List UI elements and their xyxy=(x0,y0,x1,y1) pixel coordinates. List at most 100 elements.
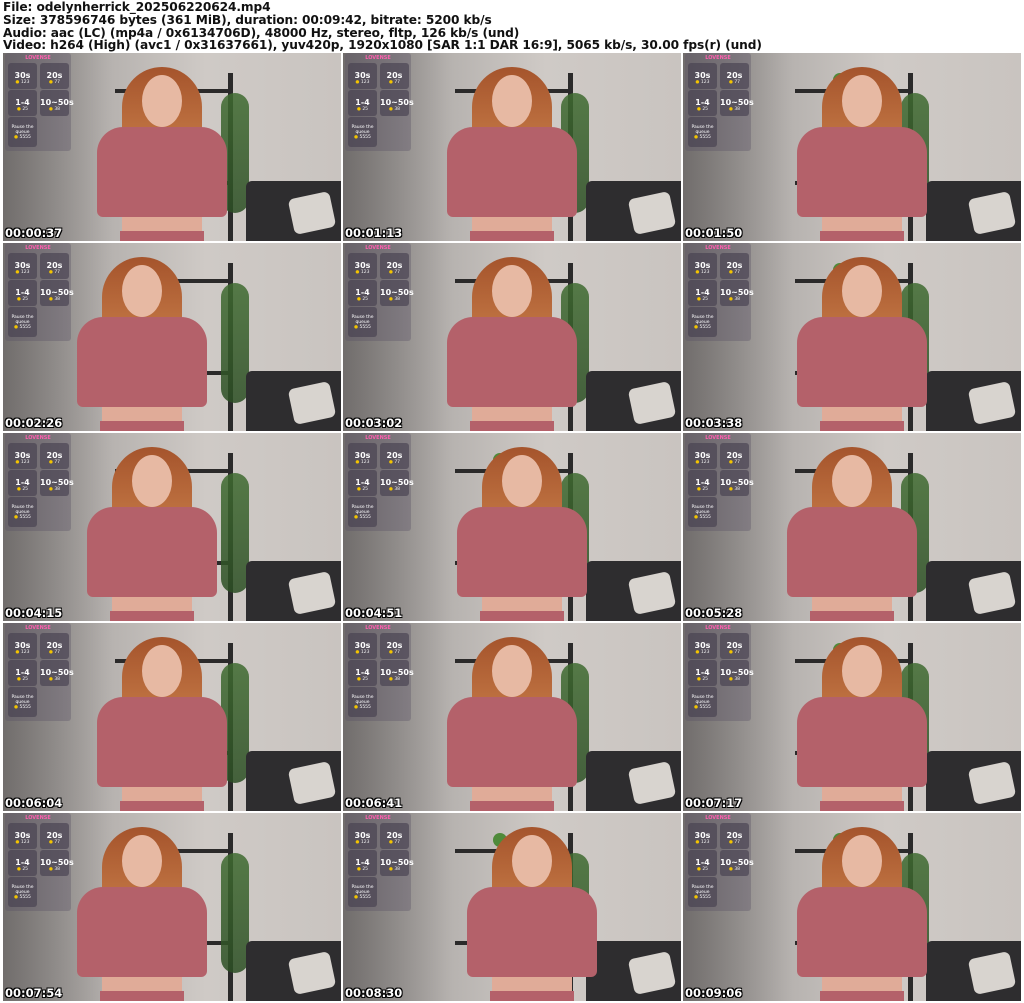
video-thumbnail[interactable]: LOVENSE 30s123 20s77 1-425 10~50s38 Paus… xyxy=(343,433,681,621)
level-tile: 30s123 xyxy=(8,443,37,469)
tile-tokens: 38 xyxy=(720,487,749,492)
tile-value: 10~50s xyxy=(380,858,414,867)
level-tile: 10~50s38 xyxy=(380,660,414,686)
level-tile: 20s77 xyxy=(40,63,69,89)
tile-tokens: 38 xyxy=(40,487,69,492)
level-tile: 1-425 xyxy=(348,90,377,116)
tile-tokens: 38 xyxy=(380,107,409,112)
tile-value: 10~50s xyxy=(40,288,74,297)
video-thumbnail[interactable]: LOVENSE 30s123 20s77 1-425 10~50s38 Paus… xyxy=(3,813,341,1001)
queue-label: Pause the queue xyxy=(11,505,34,515)
person-pants xyxy=(470,231,554,241)
tile-value: 10~50s xyxy=(40,668,74,677)
level-tile: 10~50s38 xyxy=(380,280,414,306)
person-pants xyxy=(110,611,194,621)
queue-label: Pause the queue xyxy=(351,315,374,325)
queue-label: Pause the queue xyxy=(691,125,714,135)
person-shirt xyxy=(447,697,577,787)
queue-tokens: 5555 xyxy=(688,325,717,330)
lovense-logo: LOVENSE xyxy=(705,435,731,441)
queue-label: Pause the queue xyxy=(691,315,714,325)
level-tile: 30s123 xyxy=(688,823,717,849)
tile-value: 10~50s xyxy=(380,478,414,487)
tile-value: 30s xyxy=(694,451,711,460)
level-tile: 1-425 xyxy=(8,850,37,876)
video-thumbnail[interactable]: LOVENSE 30s123 20s77 1-425 10~50s38 Paus… xyxy=(343,623,681,811)
person-pants xyxy=(820,991,904,1001)
video-thumbnail[interactable]: LOVENSE 30s123 20s77 1-425 10~50s38 Paus… xyxy=(3,243,341,431)
tile-tokens: 77 xyxy=(720,80,749,85)
lovense-overlay: LOVENSE 30s123 20s77 1-425 10~50s38 Paus… xyxy=(345,433,414,531)
tile-value: 30s xyxy=(14,71,31,80)
lovense-logo: LOVENSE xyxy=(365,815,391,821)
thumbnail-timestamp: 00:01:13 xyxy=(345,226,403,240)
pause-queue-tile: Pause the queue5555 xyxy=(688,117,717,147)
queue-tokens: 5555 xyxy=(348,705,377,710)
tile-value: 20s xyxy=(726,641,743,650)
tile-tokens: 25 xyxy=(688,677,717,682)
pause-queue-tile: Pause the queue5555 xyxy=(348,497,377,527)
tile-tokens: 38 xyxy=(380,677,409,682)
tile-tokens: 25 xyxy=(8,297,37,302)
person-pants xyxy=(470,801,554,811)
person-pants xyxy=(100,991,184,1001)
tile-tokens: 25 xyxy=(348,107,377,112)
video-thumbnail[interactable]: LOVENSE 30s123 20s77 1-425 10~50s38 Paus… xyxy=(683,433,1021,621)
video-thumbnail[interactable]: LOVENSE 30s123 20s77 1-425 10~50s38 Paus… xyxy=(683,813,1021,1001)
video-thumbnail[interactable]: LOVENSE 30s123 20s77 1-425 10~50s38 Paus… xyxy=(343,243,681,431)
person-pants xyxy=(820,801,904,811)
tile-tokens: 77 xyxy=(40,270,69,275)
person-shirt xyxy=(467,887,597,977)
video-thumbnail[interactable]: LOVENSE 30s123 20s77 1-425 10~50s38 Paus… xyxy=(3,433,341,621)
tile-value: 10~50s xyxy=(720,478,754,487)
queue-tokens: 5555 xyxy=(688,705,717,710)
level-tile: 20s77 xyxy=(380,63,409,89)
person-shirt xyxy=(87,507,217,597)
video-thumbnail[interactable]: LOVENSE 30s123 20s77 1-425 10~50s38 Paus… xyxy=(683,243,1021,431)
pause-queue-tile: Pause the queue5555 xyxy=(688,877,717,907)
tile-tokens: 77 xyxy=(720,270,749,275)
level-tile: 1-425 xyxy=(348,850,377,876)
lovense-logo: LOVENSE xyxy=(25,435,51,441)
queue-tokens: 5555 xyxy=(8,705,37,710)
video-thumbnail[interactable]: LOVENSE 30s123 20s77 1-425 10~50s38 Paus… xyxy=(3,623,341,811)
tile-tokens: 38 xyxy=(40,107,69,112)
queue-label: Pause the queue xyxy=(351,695,374,705)
tile-value: 1-4 xyxy=(15,478,30,487)
level-tile: 10~50s38 xyxy=(40,660,74,686)
person-pants xyxy=(100,421,184,431)
level-tile: 30s123 xyxy=(348,63,377,89)
tile-value: 1-4 xyxy=(355,668,370,677)
tile-tokens: 77 xyxy=(380,460,409,465)
video-thumbnail[interactable]: LOVENSE 30s123 20s77 1-425 10~50s38 Paus… xyxy=(683,53,1021,241)
tile-tokens: 77 xyxy=(40,460,69,465)
lovense-logo: LOVENSE xyxy=(365,55,391,61)
level-tile: 20s77 xyxy=(40,253,69,279)
tile-tokens: 77 xyxy=(40,650,69,655)
pause-queue-tile: Pause the queue5555 xyxy=(8,307,37,337)
video-thumbnail[interactable]: LOVENSE 30s123 20s77 1-425 10~50s38 Paus… xyxy=(343,53,681,241)
thumbnail-timestamp: 00:06:41 xyxy=(345,796,403,810)
person-face xyxy=(842,75,882,127)
person-face xyxy=(842,835,882,887)
tile-value: 1-4 xyxy=(15,668,30,677)
level-tile: 20s77 xyxy=(380,443,409,469)
person-face xyxy=(122,835,162,887)
lovense-overlay: LOVENSE 30s123 20s77 1-425 10~50s38 Paus… xyxy=(345,53,414,151)
person-face xyxy=(122,265,162,317)
tile-tokens: 38 xyxy=(380,867,409,872)
level-tile: 20s77 xyxy=(380,633,409,659)
video-thumbnail[interactable]: LOVENSE 30s123 20s77 1-425 10~50s38 Paus… xyxy=(343,813,681,1001)
lovense-overlay: LOVENSE 30s123 20s77 1-425 10~50s38 Paus… xyxy=(345,243,414,341)
tile-value: 10~50s xyxy=(380,98,414,107)
video-thumbnail[interactable]: LOVENSE 30s123 20s77 1-425 10~50s38 Paus… xyxy=(3,53,341,241)
tile-value: 1-4 xyxy=(695,668,710,677)
tile-value: 20s xyxy=(46,831,63,840)
tile-value: 30s xyxy=(354,261,371,270)
tile-value: 20s xyxy=(386,71,403,80)
tile-tokens: 123 xyxy=(8,840,37,845)
video-thumbnail[interactable]: LOVENSE 30s123 20s77 1-425 10~50s38 Paus… xyxy=(683,623,1021,811)
person-pants xyxy=(810,611,894,621)
thumbnail-timestamp: 00:02:26 xyxy=(5,416,63,430)
pause-queue-tile: Pause the queue5555 xyxy=(8,877,37,907)
